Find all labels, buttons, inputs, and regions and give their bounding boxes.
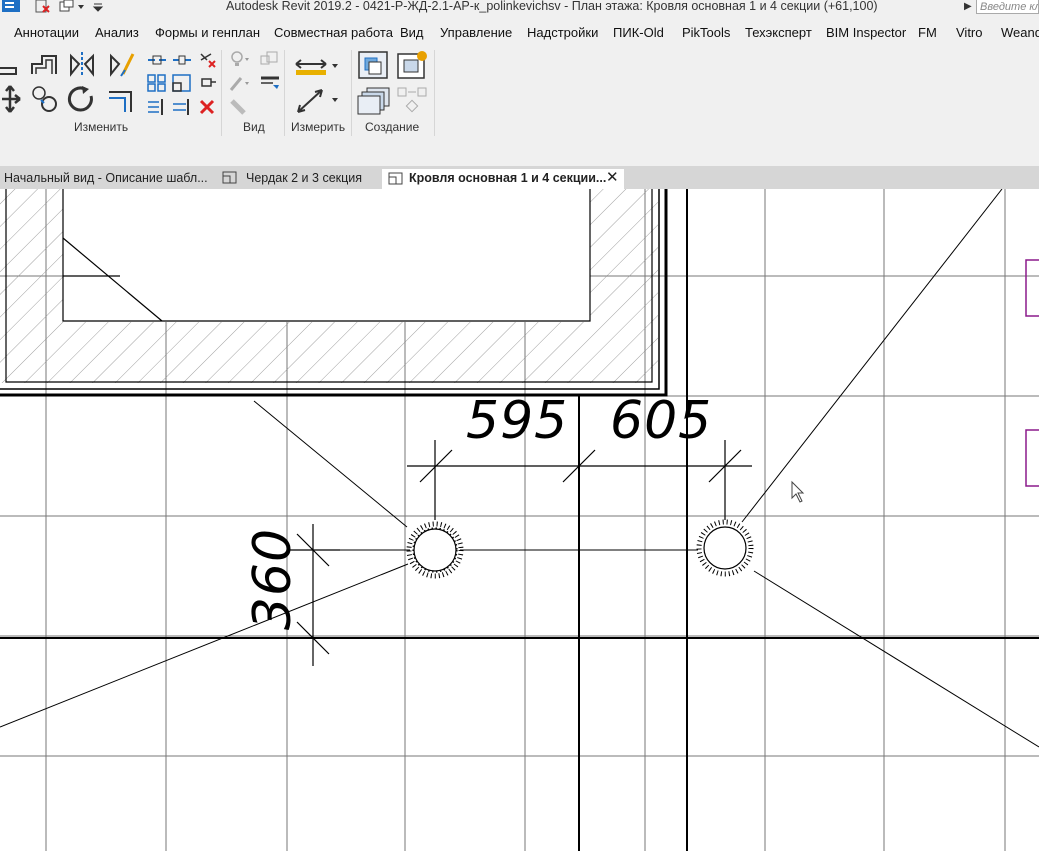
- roof-drain-left[interactable]: [406, 521, 464, 579]
- temporary-hide-icon[interactable]: [259, 50, 281, 68]
- ribbon-tab-collaborate[interactable]: Совместная работа: [274, 25, 393, 40]
- view-tab-bar: Начальный вид - Описание шабл... Чердак …: [0, 166, 1039, 189]
- ribbon-tab-bar: Аннотации Анализ Формы и генплан Совмест…: [0, 22, 1039, 44]
- close-project-icon[interactable]: [34, 0, 52, 14]
- split-element-icon[interactable]: [147, 52, 167, 68]
- ribbon-tab-view[interactable]: Вид: [400, 25, 424, 40]
- ribbon-separator: [351, 50, 352, 136]
- ribbon-tab-techexpert[interactable]: Техэксперт: [745, 25, 812, 40]
- trim-multiple-icon[interactable]: [147, 98, 167, 116]
- trim-single-icon[interactable]: [172, 98, 192, 116]
- view-tab-starting-view[interactable]: Начальный вид - Описание шабл...: [4, 169, 216, 189]
- array-icon[interactable]: [147, 74, 167, 92]
- ribbon-separator: [284, 50, 285, 136]
- ribbon-group-create-label: Создание: [365, 120, 420, 134]
- ribbon-group-view-label: Вид: [243, 120, 265, 134]
- mirror-pick-axis-icon[interactable]: [67, 50, 97, 78]
- measure-between-references-icon[interactable]: [294, 52, 340, 78]
- view-tab-roof-active[interactable]: Кровля основная 1 и 4 секции... ✕: [382, 169, 624, 189]
- ribbon-tab-analyze[interactable]: Анализ: [95, 25, 139, 40]
- application-menu-icon[interactable]: [0, 0, 24, 14]
- floor-plan-icon: [222, 171, 237, 184]
- ribbon-group-modify-label: Изменить: [74, 120, 129, 134]
- delete-icon[interactable]: [197, 98, 217, 116]
- ribbon-tab-fm[interactable]: FM: [918, 25, 937, 40]
- window-title: Autodesk Revit 2019.2 - 0421-Р-ЖД-2.1-АР…: [226, 0, 878, 13]
- search-input[interactable]: Введите кл: [976, 0, 1039, 14]
- move-icon[interactable]: [0, 84, 24, 114]
- copy-icon[interactable]: [30, 84, 60, 114]
- create-assembly-icon[interactable]: [357, 50, 391, 80]
- ribbon-tab-piktools[interactable]: PikTools: [682, 25, 730, 40]
- mouse-cursor-icon: [791, 480, 805, 503]
- view-tab-label: Начальный вид - Описание шабл...: [4, 171, 208, 185]
- roof-drain-right[interactable]: [696, 519, 754, 577]
- scale-icon[interactable]: [172, 74, 192, 92]
- ribbon-tab-annotate[interactable]: Аннотации: [14, 25, 79, 40]
- search-expand-icon[interactable]: ▶: [964, 1, 972, 12]
- floor-plan-icon: [388, 172, 403, 185]
- ribbon-tab-addins[interactable]: Надстройки: [527, 25, 598, 40]
- ribbon-tab-weand[interactable]: Weand: [1001, 25, 1039, 40]
- override-graphics-icon[interactable]: [229, 74, 251, 92]
- drawing-canvas[interactable]: 595 605 360: [0, 189, 1039, 851]
- ribbon-tab-massing-site[interactable]: Формы и генплан: [155, 25, 260, 40]
- align-icon[interactable]: [0, 52, 24, 78]
- view-tab-attic[interactable]: Чердак 2 и 3 секция: [222, 169, 372, 189]
- view-tab-label: Кровля основная 1 и 4 секции...: [409, 171, 607, 185]
- create-parts-icon[interactable]: [396, 50, 430, 80]
- aligned-dimension-icon[interactable]: [294, 86, 340, 116]
- switch-windows-icon[interactable]: [58, 0, 88, 14]
- ribbon-separator: [434, 50, 435, 136]
- dimension-label-360: 360: [243, 527, 304, 631]
- quick-access-dropdown-icon[interactable]: [92, 0, 104, 14]
- ribbon-group-measure-label: Измерить: [291, 120, 346, 134]
- pin-icon[interactable]: [197, 74, 217, 92]
- trim-extend-corner-icon[interactable]: [107, 84, 137, 114]
- close-tab-icon[interactable]: ✕: [606, 168, 619, 187]
- unpin-icon[interactable]: [197, 50, 217, 68]
- offset-icon[interactable]: [30, 52, 60, 78]
- ribbon-tab-bim-inspector[interactable]: BIM Inspector: [826, 25, 906, 40]
- view-tab-label: Чердак 2 и 3 секция: [246, 171, 363, 185]
- floor-plan-drawing[interactable]: [0, 189, 1039, 851]
- create-similar-icon[interactable]: [396, 86, 430, 116]
- paint-element-icon[interactable]: [229, 98, 251, 116]
- rotate-icon[interactable]: [67, 84, 97, 114]
- hide-element-icon[interactable]: [229, 50, 251, 68]
- ribbon-separator: [221, 50, 222, 136]
- ribbon-tab-manage[interactable]: Управление: [440, 25, 512, 40]
- options-bar: [0, 140, 1039, 166]
- split-with-gap-icon[interactable]: [172, 52, 192, 68]
- ribbon-panel: Изменить Вид Измерить Создание: [0, 44, 1039, 141]
- dimension-label-595: 595: [466, 391, 569, 451]
- title-bar: Autodesk Revit 2019.2 - 0421-Р-ЖД-2.1-АР…: [0, 0, 1039, 22]
- ribbon-tab-pik-old[interactable]: ПИК-Old: [613, 25, 664, 40]
- mirror-draw-axis-icon[interactable]: [107, 50, 137, 78]
- ribbon-tab-vitro[interactable]: Vitro: [956, 25, 983, 40]
- create-group-icon[interactable]: [357, 86, 391, 116]
- dimension-label-605: 605: [610, 391, 713, 451]
- linework-icon[interactable]: [259, 74, 281, 92]
